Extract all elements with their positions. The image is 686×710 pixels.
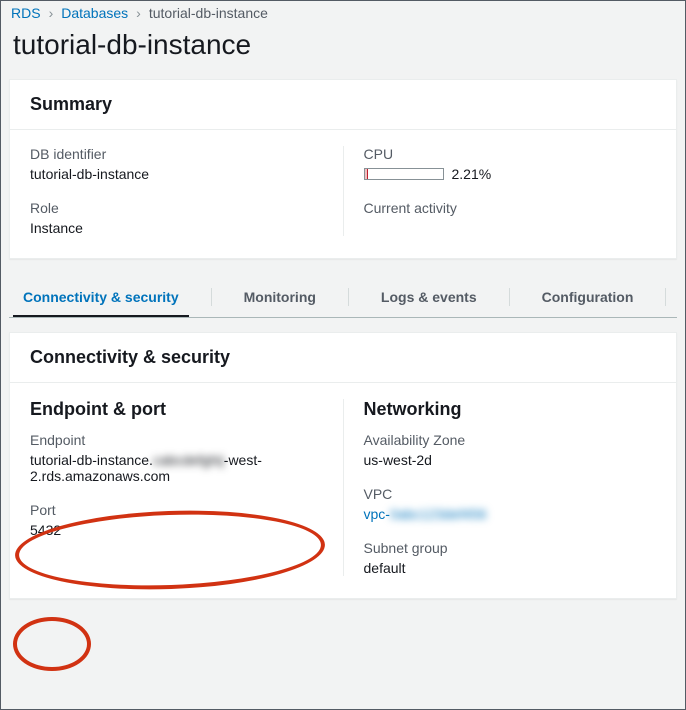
az-label: Availability Zone bbox=[364, 432, 657, 448]
summary-heading: Summary bbox=[30, 94, 656, 115]
cpu-bar-icon bbox=[364, 168, 444, 180]
tab-configuration[interactable]: Configuration bbox=[538, 277, 638, 317]
tab-logs[interactable]: Logs & events bbox=[377, 277, 481, 317]
breadcrumb-databases[interactable]: Databases bbox=[61, 5, 128, 21]
db-identifier-label: DB identifier bbox=[30, 146, 323, 162]
chevron-right-icon: › bbox=[136, 5, 141, 21]
port-value: 5432 bbox=[30, 522, 323, 538]
connectivity-heading: Connectivity & security bbox=[30, 347, 656, 368]
endpoint-port-heading: Endpoint & port bbox=[30, 399, 323, 432]
tabs: Connectivity & security Monitoring Logs … bbox=[9, 277, 677, 318]
db-identifier-value: tutorial-db-instance bbox=[30, 166, 323, 182]
endpoint-value: tutorial-db-instance.cabcdefghij-west-2.… bbox=[30, 452, 323, 484]
page-title: tutorial-db-instance bbox=[1, 21, 685, 79]
endpoint-obscured: cabcdefghij bbox=[153, 452, 224, 468]
tab-monitoring[interactable]: Monitoring bbox=[240, 277, 320, 317]
summary-panel: Summary DB identifier tutorial-db-instan… bbox=[9, 79, 677, 259]
subnet-group-label: Subnet group bbox=[364, 540, 657, 556]
networking-heading: Networking bbox=[364, 399, 657, 432]
port-label: Port bbox=[30, 502, 323, 518]
cpu-label: CPU bbox=[364, 146, 657, 162]
vpc-label: VPC bbox=[364, 486, 657, 502]
tab-separator bbox=[665, 288, 666, 306]
role-label: Role bbox=[30, 200, 323, 216]
cpu-value: 2.21% bbox=[452, 166, 492, 182]
annotation-port-circle-icon bbox=[13, 617, 91, 671]
az-value: us-west-2d bbox=[364, 452, 657, 468]
connectivity-panel: Connectivity & security Endpoint & port … bbox=[9, 332, 677, 599]
breadcrumb: RDS › Databases › tutorial-db-instance bbox=[1, 1, 685, 21]
cpu-value-row: 2.21% bbox=[364, 166, 657, 182]
chevron-right-icon: › bbox=[49, 5, 54, 21]
vpc-link[interactable]: vpc-0abc123def456 bbox=[364, 506, 657, 522]
breadcrumb-current: tutorial-db-instance bbox=[149, 5, 268, 21]
subnet-group-value: default bbox=[364, 560, 657, 576]
tab-separator bbox=[509, 288, 510, 306]
tab-separator bbox=[348, 288, 349, 306]
tab-connectivity[interactable]: Connectivity & security bbox=[19, 277, 183, 317]
role-value: Instance bbox=[30, 220, 323, 236]
endpoint-label: Endpoint bbox=[30, 432, 323, 448]
current-activity-label: Current activity bbox=[364, 200, 657, 216]
breadcrumb-rds[interactable]: RDS bbox=[11, 5, 41, 21]
tab-separator bbox=[211, 288, 212, 306]
vpc-obscured: 0abc123def456 bbox=[390, 506, 487, 522]
